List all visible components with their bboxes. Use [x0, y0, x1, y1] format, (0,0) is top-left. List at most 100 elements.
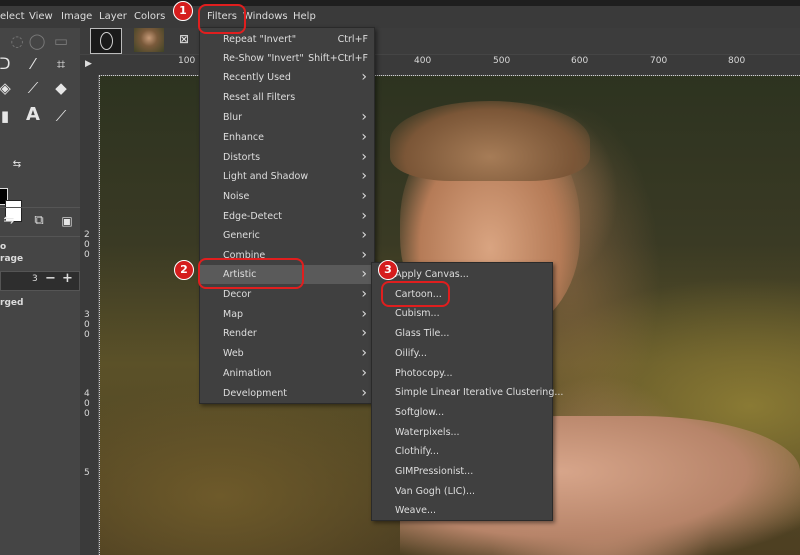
ruler-label: 600 [571, 56, 589, 66]
artistic-menu-item[interactable]: Weave... [372, 501, 552, 520]
close-tab-icon[interactable]: ⊠ [179, 32, 189, 46]
artistic-menu-item[interactable]: Simple Linear Iterative Clustering... [372, 383, 563, 402]
menu-item-label: Simple Linear Iterative Clustering... [395, 387, 564, 399]
filters-menu-item[interactable]: Animation › [200, 364, 374, 383]
submenu-arrow-icon: › [361, 365, 367, 381]
menu-item-label: Oilify... [395, 347, 427, 359]
filters-menu-item[interactable]: Recently Used › [200, 68, 374, 87]
menu-item-label: Re-Show "Invert" [223, 53, 304, 64]
artistic-menu-item[interactable]: Photocopy... [372, 364, 552, 383]
divider [0, 236, 80, 237]
ruler-label: 5 [84, 468, 90, 478]
crop-icon[interactable]: ⌗ [52, 55, 70, 73]
filters-menu-item[interactable]: Light and Shadow › [200, 167, 374, 186]
ruler-label: 0 [84, 320, 90, 330]
tool-ellipse-select-icon[interactable]: ◯ [28, 32, 46, 50]
restore-defaults-icon[interactable]: ⇋ [0, 212, 18, 230]
size-spinner[interactable]: 3 − + [0, 271, 80, 291]
ruler-label: 2 [84, 230, 90, 240]
paintbrush-icon[interactable]: ⟋ [24, 79, 42, 97]
tool-dimmed-icon[interactable]: ◌ [8, 32, 26, 50]
ruler-label: 800 [728, 56, 746, 66]
artistic-menu-item[interactable]: Cubism... [372, 304, 552, 323]
filters-menu-item[interactable]: Development › [200, 384, 374, 403]
menu-item-shortcut: Shift+Ctrl+F [308, 53, 368, 64]
menu-item-label: Enhance [223, 132, 264, 143]
decrease-icon[interactable]: − [45, 271, 56, 286]
quick-mask-icon[interactable]: ▶ [85, 59, 92, 69]
toolbox: ◌ ◯ ▭ ᑐ ⁄ ⌗ ◈ ⟋ ◆ ▮ A ⟋ ⇆ ⇋ ⧉ ▣ o rage 3… [0, 28, 80, 555]
vertical-ruler[interactable]: 2 0 0 3 0 0 4 0 0 5 [80, 75, 99, 555]
portrait-hair [390, 101, 590, 181]
highlight-ring-filters [198, 4, 246, 34]
menu-item-label: Clothify... [395, 446, 439, 458]
artistic-menu-item[interactable]: Waterpixels... [372, 423, 552, 442]
menu-windows[interactable]: Windows [243, 9, 288, 25]
spinner-value[interactable]: 3 [32, 274, 38, 284]
filters-menu-item[interactable]: Distorts › [200, 148, 374, 167]
eraser-icon[interactable]: ◆ [52, 79, 70, 97]
menu-item-label: GIMPressionist... [395, 466, 474, 477]
save-options-icon[interactable]: ⧉ [30, 212, 48, 230]
artistic-menu-item[interactable]: Clothify... [372, 442, 552, 461]
menu-item-shortcut: Ctrl+F [337, 34, 368, 45]
menu-view[interactable]: View [29, 9, 53, 25]
tool-rect-select-icon[interactable]: ▭ [52, 32, 70, 50]
ruler-label: 0 [84, 240, 90, 250]
filters-menu-item[interactable]: Render › [200, 324, 374, 343]
filters-menu: Repeat "Invert" Ctrl+F Re-Show "Invert" Shi… [199, 27, 375, 404]
menu-item-label: Web [223, 348, 244, 359]
menu-item-label: Softglow... [395, 406, 445, 418]
highlight-ring-artistic [198, 258, 304, 289]
swap-colors-icon[interactable]: ⇆ [8, 156, 26, 174]
menu-select[interactable]: elect [0, 9, 25, 25]
ruler-corner-button[interactable]: ▶ [80, 55, 98, 75]
artistic-menu-item[interactable]: Softglow... [372, 403, 552, 422]
menu-bar: elect View Image Layer Colors Filters Wi… [0, 6, 800, 28]
filters-menu-item[interactable]: Blur › [200, 108, 374, 127]
image-tab-photo-thumbnail[interactable] [134, 28, 164, 52]
delete-options-icon[interactable]: ▣ [58, 212, 76, 230]
increase-icon[interactable]: + [62, 271, 73, 286]
layer-boundary [99, 75, 102, 555]
image-tab-inverted-thumbnail[interactable] [90, 28, 122, 54]
filters-menu-item[interactable]: Re-Show "Invert" Shift+Ctrl+F [200, 49, 374, 68]
filters-menu-item[interactable]: Edge-Detect › [200, 207, 374, 226]
image-tabs-bar: ⊠ [80, 28, 800, 54]
clone-icon[interactable]: ▮ [0, 107, 14, 125]
artistic-menu-item[interactable]: Van Gogh (LIC)... [372, 482, 552, 501]
menu-item-label: Waterpixels... [395, 426, 460, 438]
submenu-arrow-icon: › [361, 188, 367, 204]
filters-menu-item[interactable]: Generic › [200, 226, 374, 245]
free-select-icon[interactable]: ᑐ [0, 55, 14, 73]
menu-item-label: Development [223, 388, 287, 399]
menu-item-label: Map [223, 309, 244, 320]
menu-help[interactable]: Help [293, 9, 316, 25]
filters-menu-item[interactable]: Map › [200, 305, 374, 324]
filters-menu-item[interactable]: Reset all Filters [200, 88, 374, 107]
filters-menu-item[interactable]: Noise › [200, 187, 374, 206]
fuzzy-select-icon[interactable]: ⁄ [24, 55, 42, 73]
ruler-label: 0 [84, 409, 90, 419]
bucket-fill-icon[interactable]: ◈ [0, 79, 14, 97]
menu-colors[interactable]: Colors [134, 9, 165, 25]
artistic-menu-item[interactable]: Glass Tile... [372, 324, 552, 343]
menu-item-label: Noise [223, 191, 250, 202]
menu-image[interactable]: Image [61, 9, 92, 25]
submenu-arrow-icon: › [361, 345, 367, 361]
text-tool-icon[interactable]: A [24, 106, 42, 124]
menu-item-label: Light and Shadow [223, 171, 309, 182]
menu-item-label: Generic [223, 230, 260, 241]
menu-layer[interactable]: Layer [99, 9, 127, 25]
artistic-menu-item[interactable]: Oilify... [372, 344, 552, 363]
filters-menu-item[interactable]: Web › [200, 344, 374, 363]
menu-item-label: Reset all Filters [223, 92, 296, 103]
menu-item-label: Render [223, 328, 257, 339]
filters-menu-item[interactable]: Enhance › [200, 128, 374, 147]
artistic-menu-item[interactable]: GIMPressionist... [372, 462, 552, 481]
highlight-ring-cartoon [381, 281, 450, 307]
ruler-label: 0 [84, 330, 90, 340]
submenu-arrow-icon: › [361, 385, 367, 401]
color-picker-icon[interactable]: ⟋ [52, 107, 70, 125]
menu-item-label: Blur [223, 112, 243, 123]
